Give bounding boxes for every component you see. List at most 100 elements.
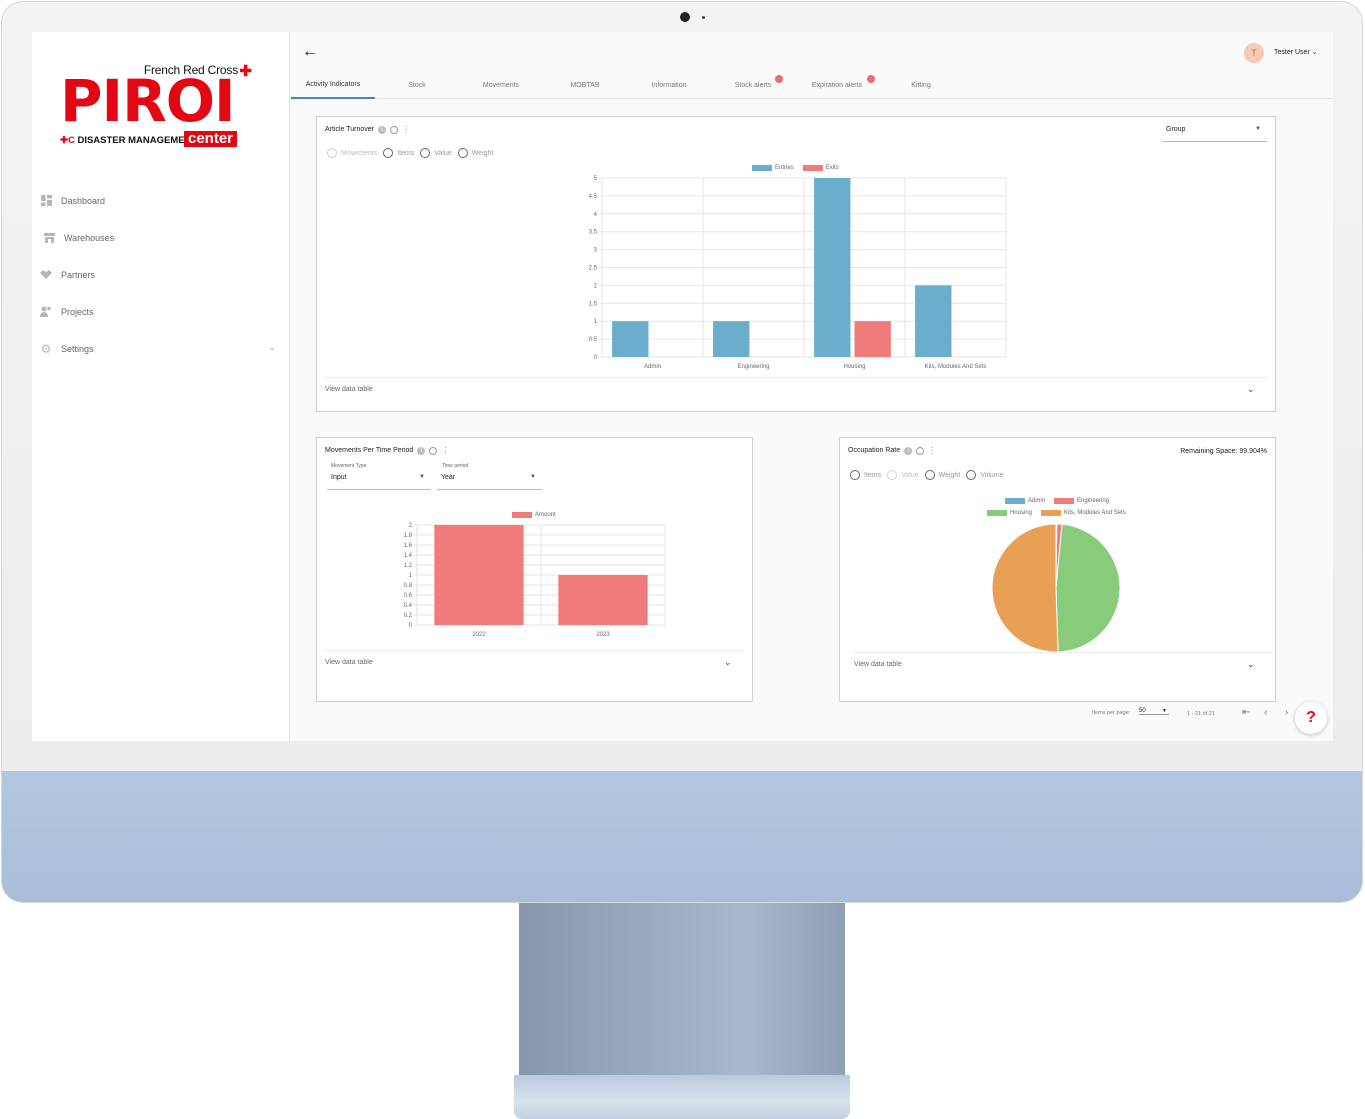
next-page-icon[interactable]: › <box>1285 707 1288 718</box>
more-vert-icon[interactable]: ⋮ <box>441 446 449 455</box>
radio-label: Weight <box>471 149 494 157</box>
logo-disaster-management: ✚C DISASTER MANAGEMENT <box>60 135 197 146</box>
group-select-value: Group <box>1166 126 1186 133</box>
tab-stock[interactable]: Stock <box>375 72 459 99</box>
radio-volume[interactable]: Volume <box>966 470 1004 480</box>
y-tick-label: 2 <box>409 523 413 529</box>
info-icon[interactable]: i <box>417 446 426 455</box>
view-data-table-link[interactable]: View data table <box>325 650 745 666</box>
radio-items[interactable]: Items <box>850 470 881 480</box>
pie-legend-row1: Admin Engineering <box>1005 498 1109 504</box>
whatsapp-icon[interactable] <box>429 446 438 455</box>
whatsapp-icon[interactable] <box>916 446 925 455</box>
tab-movements[interactable]: Movements <box>459 72 543 99</box>
occupation-radios: Items Value Weight Volume <box>850 470 1004 480</box>
movements-period-chart: 0 0.2 0.4 0.6 0.8 1 1.2 1.4 1.6 1.8 2 2022 2023 <box>404 523 666 638</box>
view-data-table-link[interactable]: View data table <box>854 652 1274 668</box>
time-period-label: Time period <box>442 463 469 469</box>
legend-swatch-admin <box>1005 498 1025 504</box>
y-tick-label: 0.8 <box>404 583 413 589</box>
y-tick-label: 1.2 <box>404 563 413 569</box>
y-tick-label: 3 <box>594 248 598 254</box>
top-bar: ← T Tester User ⌄ <box>291 32 1333 72</box>
legend-housing: Housing <box>1010 510 1033 516</box>
movement-type-value: Input <box>331 474 347 481</box>
x-tick-label: 2022 <box>472 632 486 638</box>
x-tick-label: 2023 <box>596 632 610 638</box>
y-tick-label: 0 <box>594 355 598 361</box>
bar-amount <box>558 575 648 625</box>
tab-expiration-alerts[interactable]: Expiration alerts <box>795 72 879 99</box>
radio-label: Items <box>397 149 415 157</box>
occupation-rate-title: Occupation Rate <box>848 447 901 454</box>
radio-weight[interactable]: Weight <box>457 148 494 158</box>
help-button[interactable]: ? <box>1295 702 1327 734</box>
chevron-down-icon[interactable]: ⌄ <box>1247 384 1255 395</box>
whatsapp-icon[interactable] <box>390 125 399 134</box>
logo-disaster-text: DISASTER MANAGEMENT <box>77 135 198 146</box>
y-tick-label: 1 <box>409 573 413 579</box>
y-tick-label: 0.5 <box>589 337 598 343</box>
sidebar: French Red Cross ✚ PIROI ✚C DISASTER MAN… <box>32 32 290 741</box>
piroi-logo[interactable]: French Red Cross ✚ PIROI ✚C DISASTER MAN… <box>60 60 252 152</box>
alert-badge <box>867 75 875 83</box>
radio-label: Volume <box>980 471 1004 479</box>
info-icon[interactable]: i <box>378 125 387 134</box>
x-tick-label: Engineering <box>737 364 769 370</box>
sidebar-item-projects[interactable]: Projects <box>32 293 290 330</box>
movement-type-select[interactable]: Input ▼ <box>327 470 431 490</box>
time-period-select[interactable]: Year ▼ <box>437 470 542 490</box>
radio-label: Value <box>901 471 919 479</box>
time-period-value: Year <box>441 474 456 481</box>
y-tick-label: 3.5 <box>589 230 598 236</box>
chevron-down-icon[interactable]: ⌄ <box>724 657 732 668</box>
radio-items[interactable]: Items <box>383 148 414 158</box>
sidebar-item-dashboard[interactable]: Dashboard <box>32 182 290 219</box>
bar-entries <box>612 321 649 357</box>
monitor-foot <box>514 1075 850 1119</box>
info-icon[interactable]: i <box>904 446 913 455</box>
dropdown-arrow-icon: ▼ <box>1255 126 1261 132</box>
back-arrow-icon[interactable]: ← <box>302 43 318 61</box>
radio-weight[interactable]: Weight <box>924 470 960 480</box>
tab-stock-alerts[interactable]: Stock alerts <box>711 72 795 99</box>
movement-type-label: Movement Type <box>331 463 367 469</box>
tab-activity-indicators[interactable]: Activity Indicators <box>291 72 375 99</box>
more-vert-icon[interactable]: ⋮ <box>402 125 410 134</box>
sidebar-item-settings[interactable]: ⚙ Settings ⌄ <box>32 330 290 367</box>
more-vert-icon[interactable]: ⋮ <box>928 446 936 455</box>
x-tick-label: Admin <box>644 364 661 370</box>
sidebar-item-partners[interactable]: Partners <box>32 256 290 293</box>
first-page-icon[interactable]: ⇤ <box>1242 707 1250 718</box>
chevron-down-icon[interactable]: ⌄ <box>268 342 276 353</box>
tab-mobtab[interactable]: MOBTAB <box>543 72 627 99</box>
avatar[interactable]: T <box>1244 43 1264 63</box>
tab-information[interactable]: Information <box>627 72 711 99</box>
article-turnover-radios: Movements Items Value Weight <box>327 148 493 158</box>
chevron-down-icon[interactable]: ⌄ <box>1247 659 1255 670</box>
sidebar-item-warehouses[interactable]: Warehouses <box>32 219 290 256</box>
pager-range: 1 - 21 of 21 <box>1187 711 1215 717</box>
camera-icon <box>680 12 690 22</box>
y-tick-label: 1.4 <box>404 553 413 559</box>
y-tick-label: 2 <box>594 283 598 289</box>
radio-movements[interactable]: Movements <box>327 148 377 158</box>
monitor-stand <box>519 903 845 1079</box>
y-tick-label: 0.2 <box>404 613 413 619</box>
tab-kitting[interactable]: Kitting <box>879 72 963 99</box>
group-select[interactable]: Group ▼ <box>1162 122 1267 142</box>
y-tick-label: 1.6 <box>404 543 413 549</box>
prev-page-icon[interactable]: ‹ <box>1264 707 1267 718</box>
radio-label: Value <box>434 149 452 157</box>
radio-value[interactable]: Value <box>887 470 919 480</box>
view-data-table-link[interactable]: View data table <box>325 377 1267 393</box>
occupation-pie-chart <box>991 523 1121 653</box>
radio-value[interactable]: Value <box>420 148 452 158</box>
bar-exits <box>854 321 891 357</box>
bar-entries <box>814 178 851 357</box>
items-per-page-select[interactable]: 50 ▼ <box>1139 708 1169 715</box>
legend-admin: Admin <box>1028 498 1046 504</box>
warehouse-icon <box>43 232 55 244</box>
user-menu[interactable]: Tester User ⌄ <box>1274 48 1318 56</box>
movements-period-card: Movements Per Time Period i ⋮ Movement T… <box>316 437 753 702</box>
